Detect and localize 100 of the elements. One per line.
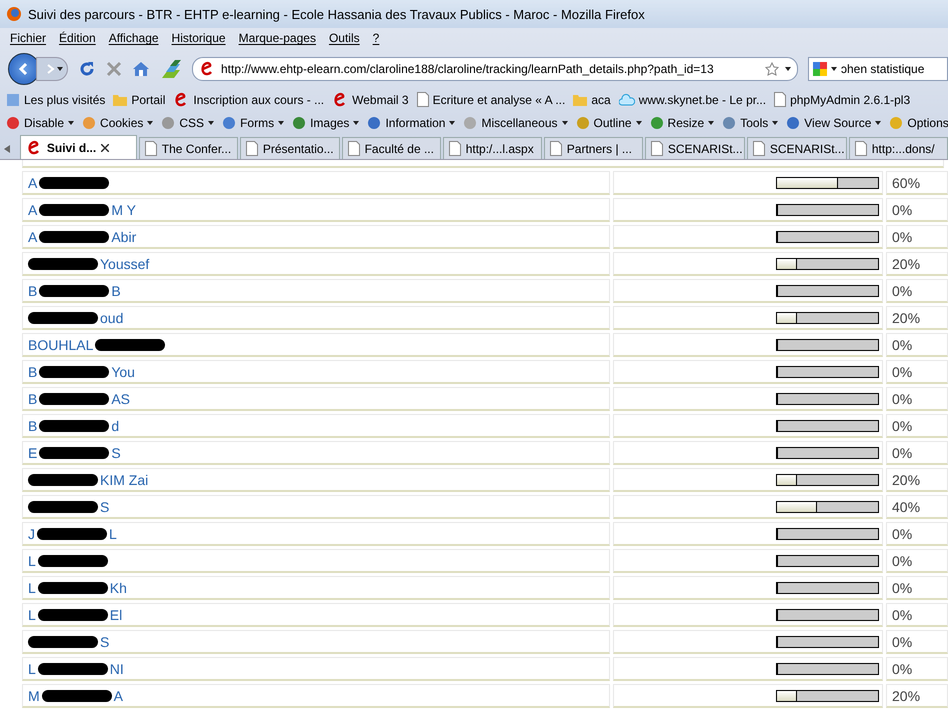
caret-icon[interactable] [708, 120, 714, 124]
address-field[interactable]: http://www.ehtp-elearn.com/claroline188/claroline/tracking/learnPath_details.php?path_id=13 [192, 57, 798, 81]
caret-icon[interactable] [68, 120, 74, 124]
student-link[interactable]: L [28, 580, 36, 596]
browser-tab[interactable]: http:/...l.aspx [442, 137, 542, 159]
student-link[interactable]: NI [110, 660, 124, 676]
page-icon [246, 141, 258, 156]
student-link[interactable]: Youssef [100, 256, 150, 272]
caret-icon[interactable] [785, 67, 791, 71]
student-link[interactable]: El [110, 606, 122, 622]
toolbar-item[interactable]: Outline [594, 116, 632, 130]
caret-icon[interactable] [875, 120, 882, 124]
toolbar-item[interactable]: Miscellaneous [481, 116, 558, 130]
search-field[interactable]: ɔhen statistique [808, 57, 948, 81]
bookmark-item[interactable]: Inscription aux cours - ... [193, 92, 324, 106]
toolbar-item[interactable]: Forms [240, 116, 274, 130]
student-link[interactable]: A [28, 228, 38, 244]
toolbar-item[interactable]: Cookies [100, 116, 144, 130]
student-link[interactable]: B [28, 418, 38, 434]
site-icon [199, 61, 215, 77]
page-icon [448, 141, 461, 156]
caret-icon[interactable] [208, 120, 214, 124]
redaction-mark [39, 176, 110, 188]
student-link[interactable]: Kh [110, 580, 127, 596]
browser-tab[interactable]: The Confer... [138, 137, 238, 159]
student-link[interactable]: E [28, 444, 38, 460]
student-link[interactable]: AS [111, 390, 130, 406]
student-link[interactable]: A [28, 174, 38, 190]
menu-item[interactable]: Marque-pages [238, 31, 316, 47]
student-link[interactable]: You [111, 364, 135, 380]
menu-item[interactable]: Outils [328, 31, 360, 47]
redaction-mark [28, 312, 98, 324]
caret-icon[interactable] [449, 120, 456, 124]
caret-icon[interactable] [562, 120, 568, 124]
student-link[interactable]: S [100, 498, 110, 514]
student-link[interactable]: BOUHLAL [28, 336, 94, 352]
caret-icon[interactable] [636, 120, 642, 124]
student-link[interactable]: M [28, 688, 40, 704]
toolbar-item[interactable]: CSS [179, 116, 204, 130]
student-link[interactable]: KIM Zai [100, 472, 148, 488]
caret-icon[interactable] [57, 67, 63, 71]
browser-tab[interactable]: Partners | ... [544, 137, 643, 159]
browser-tab[interactable]: Suivi d... [20, 135, 137, 159]
toolbar-item[interactable]: Images [310, 116, 350, 130]
student-link[interactable]: L [109, 526, 117, 542]
caret-icon[interactable] [278, 120, 284, 124]
toolbar-item[interactable]: Information [385, 116, 446, 130]
toolbar-item[interactable]: Tools [740, 116, 768, 130]
browser-tab[interactable]: http:...dons/ [848, 137, 948, 159]
caret-icon[interactable] [147, 120, 154, 124]
browser-tab[interactable]: Présentatio... [240, 137, 340, 159]
student-link[interactable]: d [111, 418, 120, 434]
toolbar-item[interactable]: View Source [804, 116, 872, 130]
student-link[interactable]: B [28, 364, 38, 380]
bookmark-item[interactable]: Webmail 3 [352, 92, 409, 106]
redaction-mark [38, 662, 108, 674]
student-link[interactable]: Abir [111, 228, 136, 244]
toolbar-icon [463, 116, 478, 130]
student-link[interactable]: M Y [111, 202, 136, 218]
bookmark-item[interactable]: Les plus visités [24, 92, 106, 106]
student-link[interactable]: A [28, 202, 38, 218]
menu-item[interactable]: Affichage [108, 31, 159, 47]
menu-item[interactable]: Historique [172, 31, 226, 47]
home-icon[interactable] [132, 61, 150, 77]
menu-item[interactable]: Fichier [10, 31, 46, 47]
student-link[interactable]: L [28, 606, 36, 622]
bookmark-item[interactable]: Portail [131, 92, 166, 106]
student-link[interactable]: L [28, 552, 36, 568]
layers-icon[interactable] [160, 58, 182, 80]
caret-icon[interactable] [353, 120, 360, 124]
close-icon[interactable] [101, 144, 110, 152]
student-link[interactable]: B [28, 282, 38, 298]
student-link[interactable]: L [28, 660, 36, 676]
redaction-mark [28, 474, 98, 486]
browser-tab[interactable]: Faculté de ... [342, 137, 441, 159]
bookmark-item[interactable]: www.skynet.be - Le pr... [638, 92, 766, 106]
student-link[interactable]: A [114, 688, 124, 704]
student-link[interactable]: S [100, 634, 110, 650]
menu-item[interactable]: Édition [59, 31, 96, 47]
page-icon [752, 141, 765, 156]
student-link[interactable]: B [111, 282, 121, 298]
bookmark-item[interactable]: Ecriture et analyse « A ... [432, 92, 566, 106]
toolbar-icon [650, 116, 664, 130]
toolbar-item[interactable]: Disable [24, 116, 64, 130]
bookmark-item[interactable]: phpMyAdmin 2.6.1-pl3 [790, 92, 910, 106]
toolbar-item[interactable]: Resize [668, 116, 704, 130]
browser-tab[interactable]: SCENARISt... [746, 137, 847, 159]
browser-tab[interactable]: SCENARISt... [644, 137, 745, 159]
student-link[interactable]: B [28, 390, 38, 406]
student-link[interactable]: S [111, 444, 121, 460]
percent-text: 60% [892, 174, 920, 190]
student-link[interactable]: oud [100, 310, 124, 326]
student-link[interactable]: J [28, 526, 35, 542]
caret-icon[interactable] [772, 120, 778, 124]
reload-icon[interactable] [78, 60, 96, 78]
toolbar-item[interactable]: Options [907, 116, 948, 130]
menu-item[interactable]: ? [372, 31, 380, 47]
bookmark-item[interactable]: aca [591, 92, 611, 106]
caret-icon[interactable] [831, 67, 837, 71]
scroll-left-icon[interactable] [4, 145, 10, 153]
